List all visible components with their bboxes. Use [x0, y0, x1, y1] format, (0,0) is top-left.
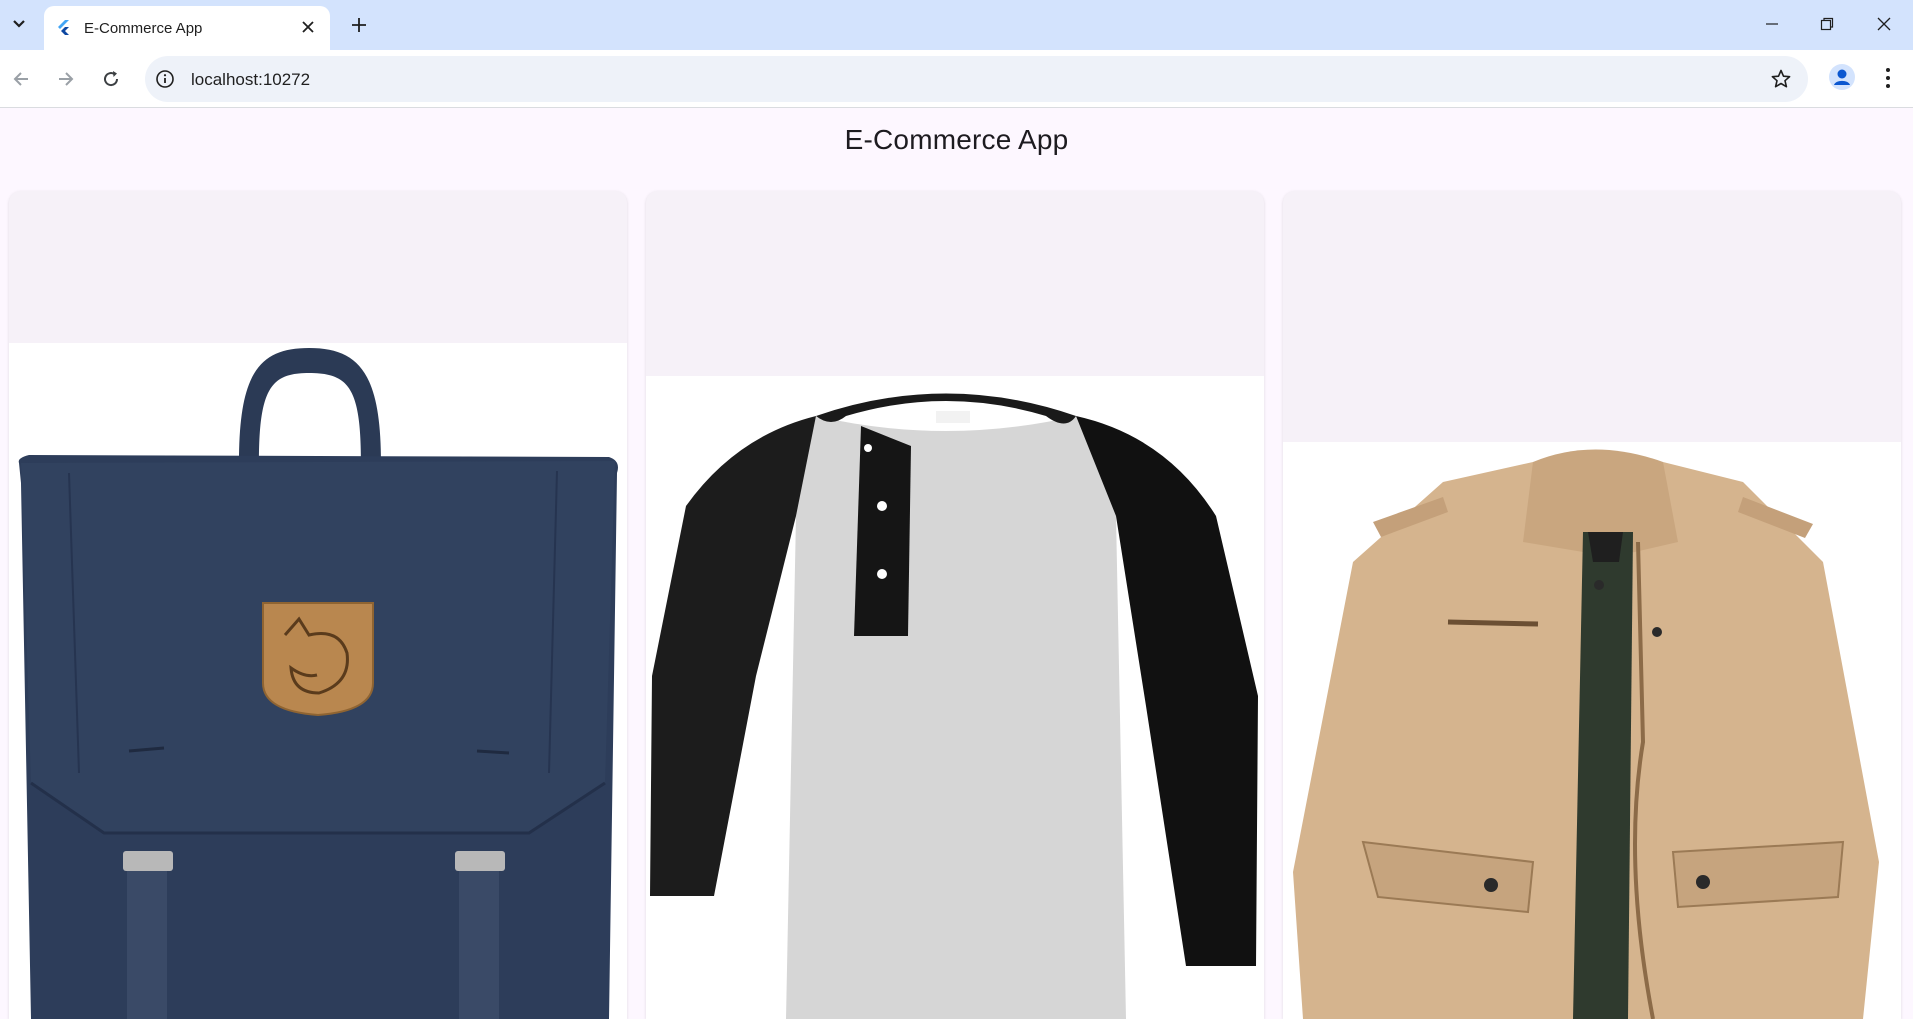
jacket-image: [1283, 442, 1901, 1019]
browser-tab-bar: E-Commerce App: [0, 0, 1913, 50]
arrow-left-icon: [13, 72, 28, 86]
page-title: E-Commerce App: [844, 124, 1069, 155]
bookmark-star-icon[interactable]: [1770, 68, 1792, 90]
back-button[interactable]: [6, 64, 36, 94]
restore-button[interactable]: [1815, 12, 1839, 36]
product-card-shirt[interactable]: [646, 191, 1264, 1019]
arrow-right-icon: [59, 72, 74, 86]
reload-button[interactable]: [96, 64, 126, 94]
profile-avatar-icon[interactable]: [1828, 63, 1856, 91]
close-window-button[interactable]: [1872, 12, 1896, 36]
tab-list-button[interactable]: [5, 10, 33, 38]
browser-toolbar: localhost:10272: [0, 50, 1913, 108]
flutter-icon: [58, 20, 69, 35]
app-bar: E-Commerce App: [0, 108, 1913, 188]
minimize-button[interactable]: [1760, 12, 1784, 36]
chevron-down-icon: [13, 20, 25, 28]
product-card-backpack[interactable]: [9, 191, 627, 1019]
reload-icon: [104, 71, 119, 87]
new-tab-button[interactable]: [345, 11, 373, 39]
backpack-image: [9, 343, 627, 1019]
shirt-image: [646, 376, 1264, 1019]
close-tab-icon[interactable]: [300, 19, 316, 35]
plus-icon: [352, 18, 366, 32]
restore-icon: [1820, 17, 1834, 31]
browser-tab[interactable]: E-Commerce App: [44, 6, 330, 50]
product-card-jacket[interactable]: [1283, 191, 1901, 1019]
more-menu-icon[interactable]: [1876, 65, 1900, 91]
tab-title: E-Commerce App: [84, 20, 203, 37]
site-info-icon[interactable]: [155, 69, 175, 89]
close-icon: [1877, 17, 1891, 31]
address-bar[interactable]: localhost:10272: [145, 56, 1808, 102]
minimize-icon: [1766, 23, 1778, 25]
url-text: localhost:10272: [191, 70, 311, 89]
forward-button[interactable]: [51, 64, 81, 94]
